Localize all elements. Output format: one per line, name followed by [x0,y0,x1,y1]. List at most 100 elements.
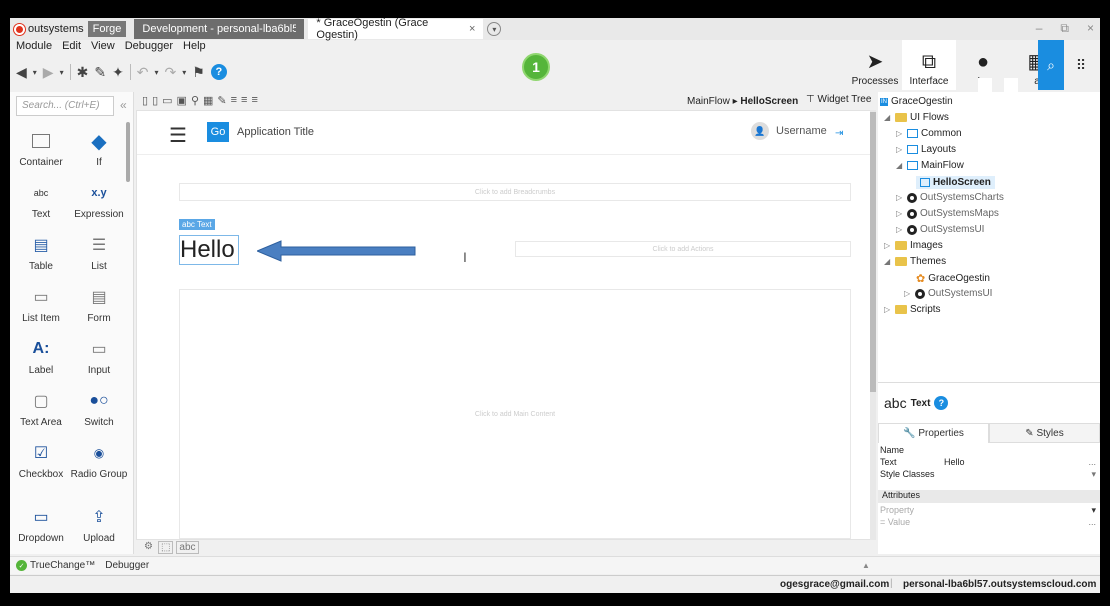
tool-form[interactable]: ▤ Form [70,284,128,324]
restore-icon[interactable]: ⧉ [1060,21,1069,36]
redo-icon[interactable]: ↷ [165,64,177,81]
tab-styles[interactable]: ✎ Styles [989,423,1100,443]
undo-icon[interactable]: ↶ [137,64,149,81]
breadcrumb-flow[interactable]: MainFlow ▸ [687,96,738,107]
breadcrumbs-placeholder[interactable]: Click to add Breadcrumbs [179,183,851,201]
expand-icon[interactable]: ◢ [884,113,892,122]
app-title[interactable]: Application Title [237,126,314,138]
screen-canvas[interactable]: ☰ Go Application Title 👤 Username ⇥ Clic… [136,110,876,540]
collapse-icon[interactable]: ▷ [896,193,904,202]
tool-checkbox[interactable]: ☑ Checkbox [12,440,70,480]
tree-mainflow[interactable]: ◢ MainFlow [896,160,964,171]
tool-label[interactable]: A: Label [12,336,70,376]
apps-grid-icon[interactable]: ⠿ [1066,40,1096,90]
tab-dropdown-icon[interactable]: ▾ [487,22,502,36]
prop-style-classes[interactable]: Style Classes ▾ [878,469,1100,481]
help-icon[interactable]: ? [934,396,949,410]
help-icon[interactable]: ? [210,64,227,80]
canvas-scrollbar[interactable] [870,110,876,540]
tool-text[interactable]: abc Text [12,180,70,220]
css-icon[interactable]: ▦ [203,94,213,110]
tool-if[interactable]: ◆ If [70,128,128,169]
tree-root[interactable]: IN GraceOgestin [880,96,953,107]
menu-help[interactable]: Help [183,40,206,56]
tab-development[interactable]: Development - personal-lba6bl57.... [134,19,305,39]
tool-container[interactable]: Container [12,128,70,168]
expand-panel-icon[interactable]: ▲ [862,561,870,570]
tab-processes[interactable]: ➤ Processes [848,40,902,90]
tool-input[interactable]: ▭ Input [70,336,128,376]
logout-icon[interactable]: ⇥ [835,128,843,139]
back-icon[interactable]: ◀ [16,64,27,81]
tree-scripts[interactable]: ▷ Scripts [884,304,941,315]
search-icon[interactable]: ⌕ [1038,40,1064,90]
hamburger-menu-icon[interactable]: ☰ [169,123,187,148]
tool-text-area[interactable]: ▢ Text Area [12,388,70,428]
tab-graceogestin[interactable]: * GraceOgestin (Grace Ogestin) × [308,18,484,41]
hello-text-widget[interactable]: Hello [179,235,239,265]
align-right-icon[interactable]: ≡ [251,94,257,110]
style-icon[interactable]: ✎ [217,94,226,110]
tree-theme-grace[interactable]: ✿ GraceOgestin [916,272,990,285]
gear-icon[interactable]: ✱ [77,64,89,81]
tree-maps[interactable]: ▷ OutSystemsMaps [896,208,999,219]
device-icon[interactable]: ▭ [162,94,172,110]
tool-dropdown[interactable]: ▭ Dropdown [12,504,70,544]
tree-charts[interactable]: ▷ OutSystemsCharts [896,192,1004,203]
tool-switch[interactable]: ●○ Switch [70,388,128,428]
minimize-icon[interactable]: – [1036,21,1043,36]
tree-common[interactable]: ▷ Common [896,128,962,139]
forge-button[interactable]: Forge [87,21,127,37]
prop-name[interactable]: Name [878,445,1100,457]
expand-icon[interactable]: ◢ [896,161,904,170]
expand-icon[interactable]: ◢ [884,257,892,266]
main-content-placeholder[interactable]: Click to add Main Content [179,289,851,539]
layout-icon[interactable]: ▯ [142,94,148,110]
tree-images[interactable]: ▷ Images [884,240,943,251]
actions-placeholder[interactable]: Click to add Actions [515,241,851,257]
layers-icon[interactable]: ⚙ [142,541,155,554]
prop-attribute-property[interactable]: Property ▾ [878,505,1100,517]
close-window-icon[interactable]: × [1087,21,1094,36]
tree-layouts[interactable]: ▷ Layouts [896,144,956,155]
breadcrumb-screen[interactable]: HelloScreen [740,96,798,107]
tool-radio-group[interactable]: ◉ Radio Group [70,440,128,480]
prop-text-value[interactable]: Hello [944,457,965,467]
redo-dropdown-icon[interactable]: ▾ [182,68,186,77]
prop-style-classes-dropdown[interactable]: ▾ [1091,469,1096,480]
breakpoint-icon[interactable]: ✦ [112,64,124,81]
tablet-icon[interactable]: ▣ [177,94,187,110]
tool-table[interactable]: ▤ Table [12,232,70,272]
prop-text-ellipsis[interactable]: ... [1088,457,1096,467]
prop-attribute-dropdown[interactable]: ▾ [1091,505,1096,516]
tab-interface[interactable]: ⧉ Interface [902,40,956,90]
tool-list[interactable]: ☰ List [70,232,128,272]
username[interactable]: Username [776,125,827,137]
prop-attribute-value[interactable]: = Value ... [878,517,1100,529]
collapse-icon[interactable]: ▷ [896,129,904,138]
prop-attribute-ellipsis[interactable]: ... [1088,517,1096,527]
tree-helloscreen[interactable]: HelloScreen [916,176,995,189]
selected-widget-tag[interactable]: abc [176,541,199,554]
canvas-scrollbar-thumb[interactable] [870,112,876,392]
back-dropdown-icon[interactable]: ▾ [33,68,37,77]
tree-themes[interactable]: ◢ Themes [884,256,946,267]
tree-ui-flows[interactable]: ◢ UI Flows [884,112,949,123]
tab-properties[interactable]: 🔧 Properties [878,423,989,443]
menu-debugger[interactable]: Debugger [125,40,173,56]
tool-expression[interactable]: x.y Expression [70,180,128,220]
menu-module[interactable]: Module [16,40,52,56]
tree-theme-ui[interactable]: ▷ OutSystemsUI [904,288,992,299]
tree-ui[interactable]: ▷ OutSystemsUI [896,224,984,235]
tool-upload[interactable]: ⇪ Upload [70,504,128,544]
tab-close-icon[interactable]: × [469,23,475,35]
layout-icon[interactable]: ▯ [152,94,158,110]
tool-list-item[interactable]: ▭ List Item [12,284,70,324]
tab-truechange[interactable]: TrueChange™ [30,560,95,571]
selection-icon[interactable]: ⬚ [157,541,174,554]
collapse-toolbox-icon[interactable]: « [120,98,127,112]
collapse-icon[interactable]: ▷ [904,289,912,298]
forward-dropdown-icon[interactable]: ▾ [60,68,64,77]
app-logo[interactable]: Go [207,122,229,142]
widget-tree-tab[interactable]: ⊤ Widget Tree [806,94,871,105]
